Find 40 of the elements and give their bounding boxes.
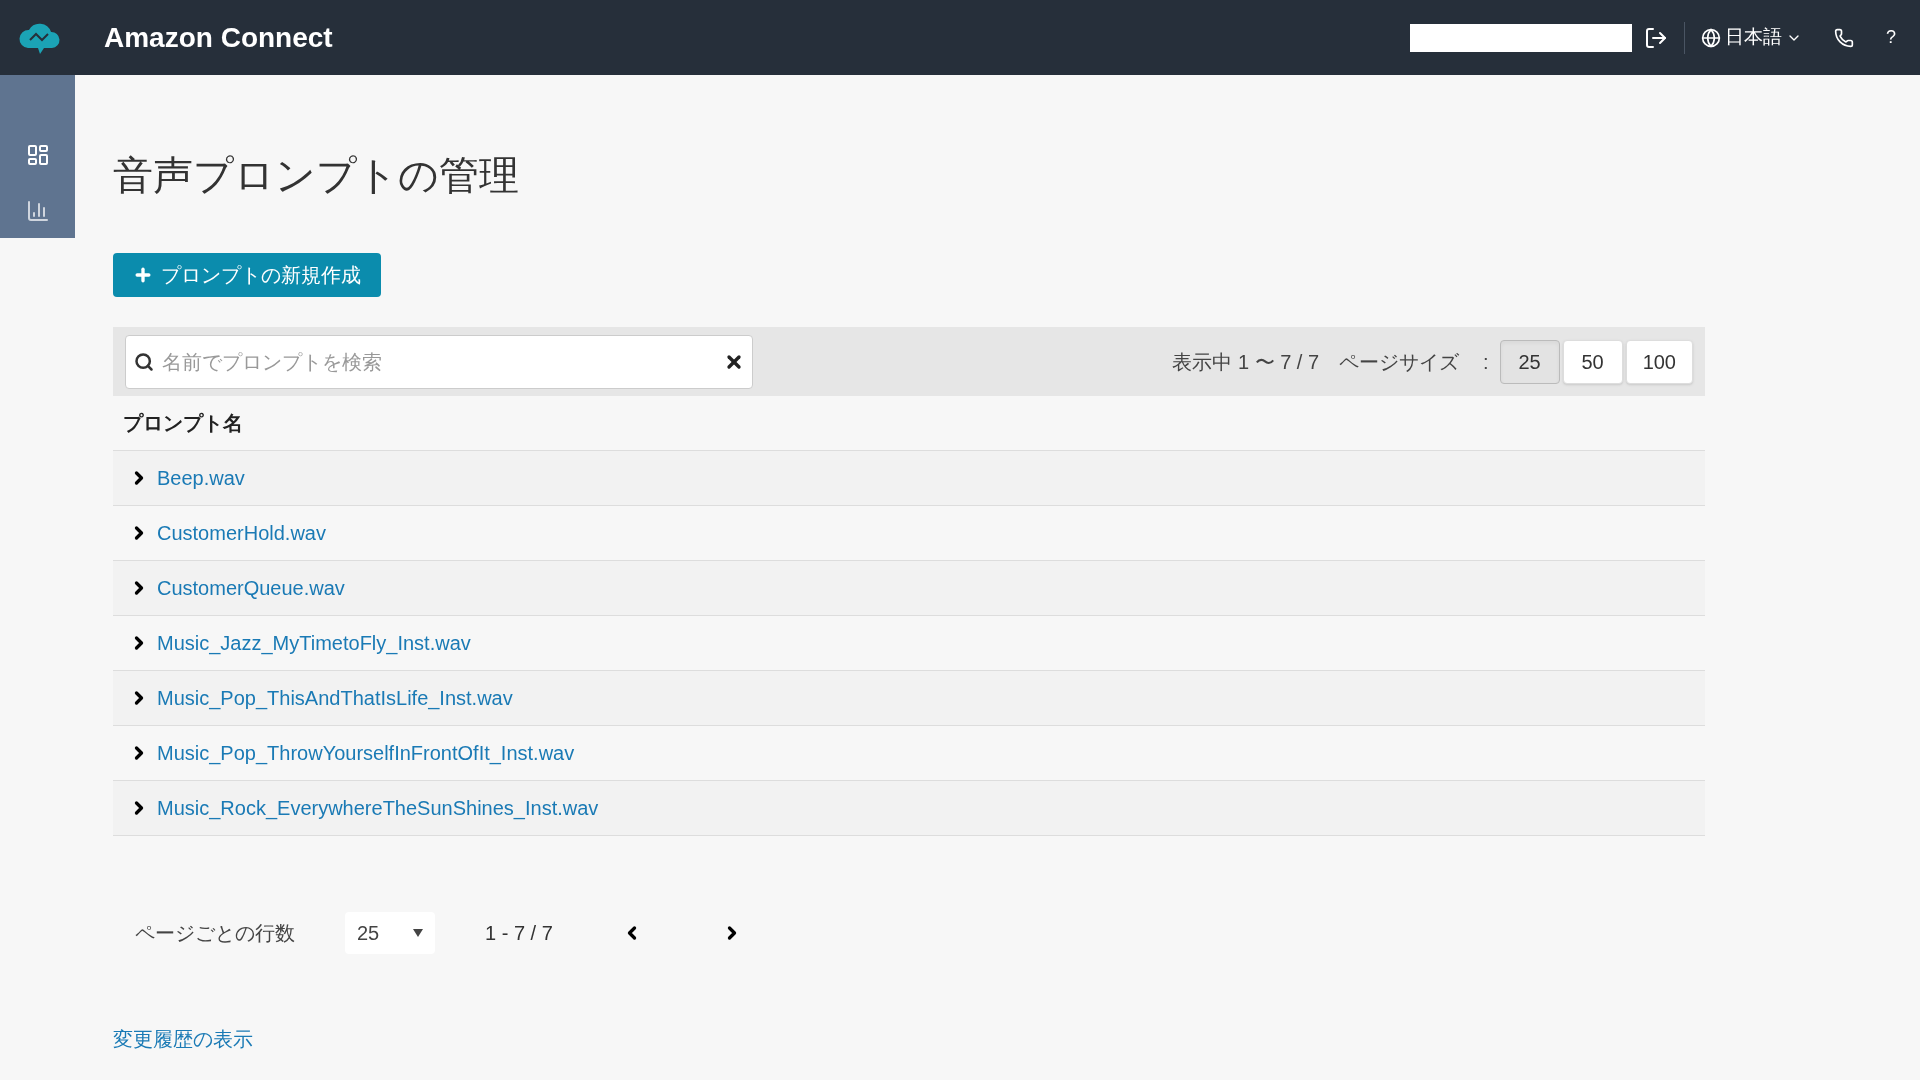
page-size-option[interactable]: 25 bbox=[1499, 339, 1560, 384]
showing-count: 表示中 1 〜 7 / 7 bbox=[1172, 349, 1320, 375]
page-size-option[interactable]: 50 bbox=[1562, 339, 1623, 384]
page-title: 音声プロンプトの管理 bbox=[113, 155, 520, 195]
table-row[interactable]: CustomerQueue.wav bbox=[113, 561, 1705, 616]
prompt-link[interactable]: Music_Pop_ThrowYourselfInFrontOfIt_Inst.wav bbox=[157, 738, 575, 768]
sidebar-item[interactable] bbox=[25, 143, 50, 167]
prompt-link[interactable]: CustomerQueue.wav bbox=[157, 573, 345, 603]
prompt-link[interactable]: Beep.wav bbox=[157, 463, 245, 493]
language-menu[interactable]: 日本語 bbox=[1701, 23, 1802, 52]
colon-text: : bbox=[1483, 349, 1489, 375]
change-history-link[interactable]: 変更履歴の表示 bbox=[113, 1024, 253, 1054]
table-row[interactable]: Music_Pop_ThisAndThatIsLife_Inst.wav bbox=[113, 671, 1705, 726]
sidebar-item[interactable] bbox=[25, 199, 50, 223]
table-row[interactable]: Beep.wav bbox=[113, 451, 1705, 506]
column-header: プロンプト名 bbox=[123, 411, 243, 436]
prompt-search-field[interactable]: 名前でプロンプトを検索 bbox=[125, 334, 753, 389]
prompt-link[interactable]: Music_Rock_EverywhereTheSunShines_Inst.wav bbox=[157, 793, 599, 823]
page-size-label: ページサイズ bbox=[1339, 349, 1460, 375]
page-range: 1 - 7 / 7 bbox=[485, 921, 553, 946]
search-field[interactable] bbox=[1410, 23, 1632, 52]
rows-per-page-label: ページごとの行数 bbox=[135, 921, 295, 946]
help-button[interactable]: ? bbox=[1886, 24, 1896, 51]
rows-per-page-select[interactable]: 25 bbox=[345, 912, 435, 954]
phone-icon[interactable] bbox=[1834, 27, 1854, 48]
prompt-link[interactable]: Music_Jazz_MyTimetoFly_Inst.wav bbox=[157, 628, 471, 658]
plus-icon bbox=[133, 265, 153, 285]
logout-icon[interactable] bbox=[1644, 25, 1668, 50]
brand-name: Amazon Connect bbox=[104, 20, 333, 55]
table-row[interactable]: Music_Rock_EverywhereTheSunShines_Inst.wav bbox=[113, 781, 1705, 836]
dashboard-icon bbox=[25, 143, 50, 167]
search-input[interactable]: 名前でプロンプトを検索 bbox=[162, 346, 716, 377]
dropdown-caret-icon bbox=[413, 929, 423, 937]
bar-chart-icon bbox=[25, 199, 50, 223]
create-prompt-button[interactable]: プロンプトの新規作成 bbox=[113, 253, 381, 297]
prompt-link[interactable]: CustomerHold.wav bbox=[157, 518, 326, 548]
search-icon bbox=[134, 351, 154, 372]
page-size-option[interactable]: 100 bbox=[1625, 339, 1693, 384]
globe-icon bbox=[1701, 27, 1721, 48]
prompt-link[interactable]: Music_Pop_ThisAndThatIsLife_Inst.wav bbox=[157, 683, 513, 713]
